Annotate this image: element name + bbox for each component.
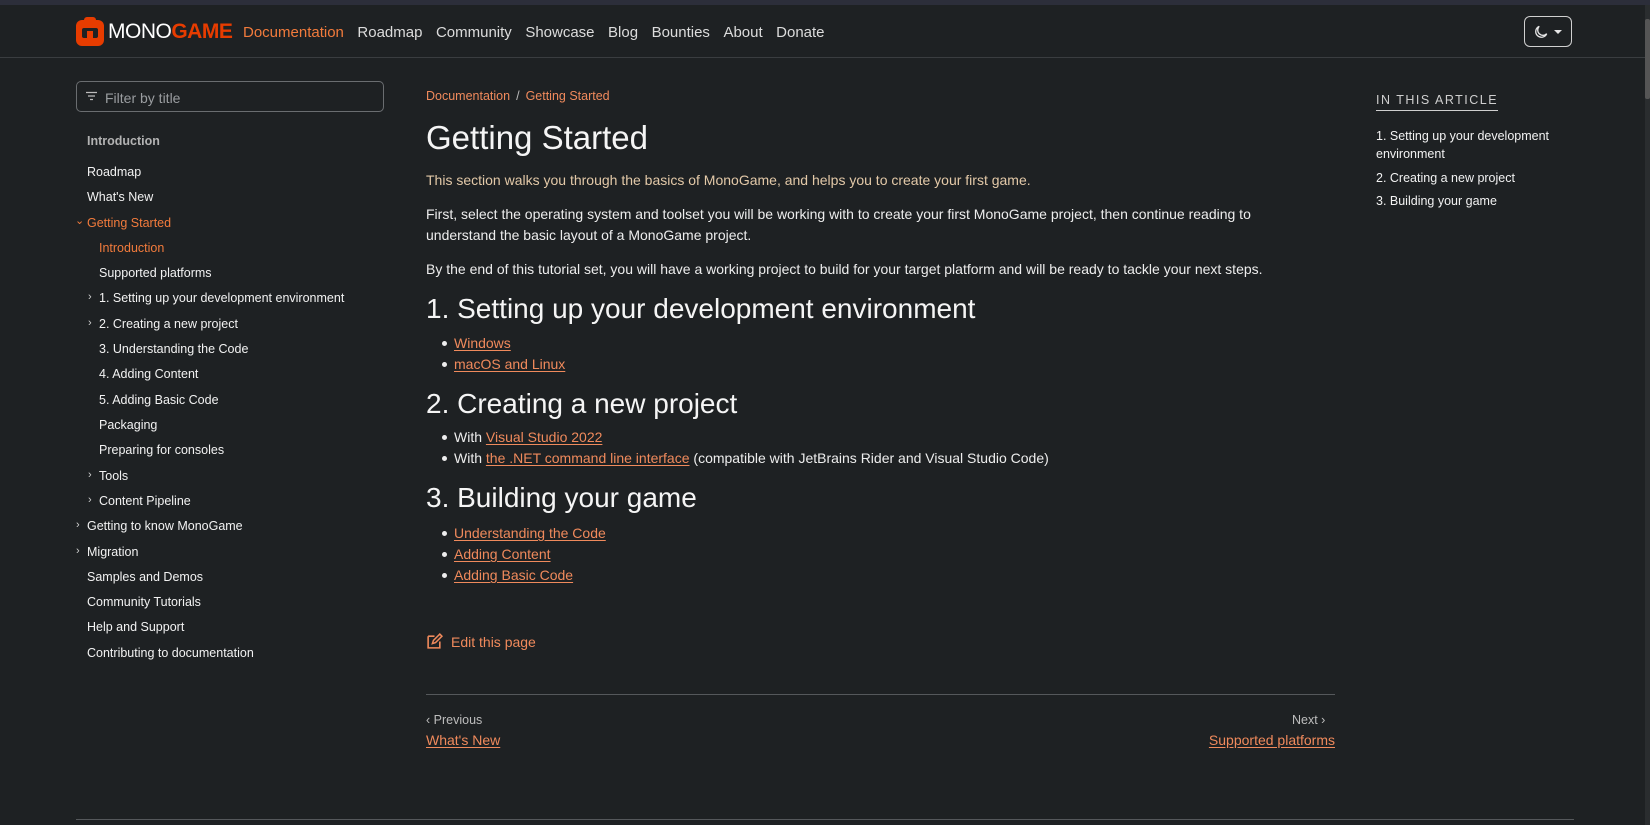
breadcrumb-separator: /: [516, 89, 520, 103]
scrollbar-thumb[interactable]: [1645, 19, 1650, 99]
list-item: Windows: [441, 333, 565, 354]
chevron-down-icon: [1554, 29, 1562, 34]
site-header: MONO GAME Documentation Roadmap Community…: [0, 5, 1645, 58]
footer-divider: [76, 819, 1574, 820]
list-item: With Visual Studio 2022: [442, 427, 1049, 448]
toc-item-tools[interactable]: Tools: [99, 469, 128, 483]
toc-item-supported-platforms[interactable]: Supported platforms: [99, 266, 212, 280]
link-understanding-code[interactable]: Understanding the Code: [454, 525, 606, 541]
breadcrumb: Documentation / Getting Started: [426, 89, 610, 103]
link-adding-basic-code[interactable]: Adding Basic Code: [454, 567, 573, 583]
section-heading-new-project: 2. Creating a new project: [426, 388, 738, 419]
list-item: macOS and Linux: [441, 354, 565, 375]
chevron-right-icon[interactable]: ›: [88, 291, 92, 303]
link-dotnet-cli[interactable]: the .NET command line interface: [486, 450, 690, 466]
nav-blog[interactable]: Blog: [608, 24, 638, 41]
toc-item-understanding-code[interactable]: 3. Understanding the Code: [99, 342, 248, 356]
toc-section-introduction[interactable]: Introduction: [87, 134, 160, 148]
toc-item-whats-new[interactable]: What's New: [87, 190, 153, 204]
in-article-title: IN THIS ARTICLE: [1376, 93, 1499, 111]
chevron-right-icon[interactable]: ›: [76, 545, 80, 557]
edit-page-label: Edit this page: [451, 633, 536, 650]
item-suffix: (compatible with JetBrains Rider and Vis…: [689, 450, 1049, 466]
list-item: Adding Basic Code: [442, 565, 606, 586]
pager-next: Next ›: [1292, 713, 1325, 727]
list-item: Understanding the Code: [442, 523, 606, 544]
toc-item-getting-to-know[interactable]: Getting to know MonoGame: [87, 519, 243, 533]
nav-documentation[interactable]: Documentation: [243, 24, 344, 41]
item-prefix: With: [454, 429, 486, 445]
nav-community[interactable]: Community: [436, 24, 512, 41]
breadcrumb-documentation[interactable]: Documentation: [426, 89, 510, 103]
setup-links-list: Windows macOS and Linux: [426, 333, 565, 375]
prev-label: Previous: [433, 713, 483, 727]
edit-page-link[interactable]: Edit this page: [426, 633, 536, 650]
main-nav: Documentation Roadmap Community Showcase…: [243, 24, 838, 41]
nav-bounties[interactable]: Bounties: [652, 24, 710, 41]
chevron-right-icon[interactable]: ›: [88, 317, 92, 329]
monogame-logo-icon: [76, 17, 104, 46]
toc-item-setup-environment[interactable]: 1. Setting up your development environme…: [99, 291, 344, 305]
list-item: With the .NET command line interface (co…: [442, 448, 1049, 469]
link-adding-content[interactable]: Adding Content: [454, 546, 551, 562]
next-page-link[interactable]: Supported platforms: [1209, 732, 1335, 748]
building-links-list: Understanding the Code Adding Content Ad…: [426, 523, 606, 586]
logo-text-mono: MONO: [108, 20, 172, 43]
nav-showcase[interactable]: Showcase: [525, 24, 594, 41]
toc-item-samples-demos[interactable]: Samples and Demos: [87, 570, 203, 584]
toc-item-help-support[interactable]: Help and Support: [87, 620, 184, 634]
nav-donate[interactable]: Donate: [776, 24, 824, 41]
item-prefix: With: [454, 450, 486, 466]
link-windows[interactable]: Windows: [454, 335, 511, 351]
chevron-down-icon[interactable]: ⌄: [75, 214, 84, 227]
lead-paragraph: This section walks you through the basic…: [426, 172, 1031, 188]
toc-item-introduction[interactable]: Introduction: [99, 241, 164, 255]
nav-about[interactable]: About: [723, 24, 762, 41]
toc-item-preparing-consoles[interactable]: Preparing for consoles: [99, 443, 224, 457]
edit-icon: [427, 633, 443, 649]
intro-paragraph: First, select the operating system and t…: [426, 206, 1251, 243]
outcome-paragraph: By the end of this tutorial set, you wil…: [426, 261, 1263, 277]
pager-divider: [426, 694, 1335, 695]
breadcrumb-current[interactable]: Getting Started: [526, 89, 610, 103]
chevron-right-icon: ›: [1317, 713, 1326, 727]
nav-roadmap[interactable]: Roadmap: [357, 24, 422, 41]
filter-icon: [86, 91, 97, 101]
toc-item-roadmap[interactable]: Roadmap: [87, 165, 141, 179]
next-label: Next: [1292, 713, 1318, 727]
new-project-list: With Visual Studio 2022 With the .NET co…: [426, 427, 1049, 469]
list-item: Adding Content: [442, 544, 606, 565]
article-toc-setup[interactable]: 1. Setting up your development environme…: [1376, 127, 1556, 163]
toc-item-adding-basic-code[interactable]: 5. Adding Basic Code: [99, 393, 219, 407]
filter-field[interactable]: [76, 81, 384, 112]
link-visual-studio[interactable]: Visual Studio 2022: [486, 429, 603, 445]
pager-prev: ‹ Previous: [426, 713, 482, 727]
theme-toggle-button[interactable]: [1524, 16, 1572, 47]
chevron-right-icon[interactable]: ›: [88, 494, 92, 506]
chevron-right-icon[interactable]: ›: [88, 469, 92, 481]
logo-text-game: GAME: [171, 20, 233, 43]
section-heading-setup: 1. Setting up your development environme…: [426, 293, 976, 324]
toc-item-packaging[interactable]: Packaging: [99, 418, 157, 432]
toc-item-migration[interactable]: Migration: [87, 545, 138, 559]
toc-item-community-tutorials[interactable]: Community Tutorials: [87, 595, 201, 609]
chevron-right-icon[interactable]: ›: [76, 519, 80, 531]
moon-icon: [1535, 25, 1548, 38]
article-toc-new-project[interactable]: 2. Creating a new project: [1376, 169, 1556, 187]
page-title: Getting Started: [426, 119, 648, 156]
toc-item-adding-content[interactable]: 4. Adding Content: [99, 367, 198, 381]
chevron-left-icon: ‹: [426, 713, 434, 727]
toc-item-content-pipeline[interactable]: Content Pipeline: [99, 494, 191, 508]
link-macos-linux[interactable]: macOS and Linux: [454, 356, 565, 372]
page-scrollbar[interactable]: [1645, 5, 1650, 825]
monogame-logo[interactable]: MONO GAME: [75, 17, 233, 47]
prev-page-link[interactable]: What's New: [426, 732, 500, 748]
toc-item-new-project[interactable]: 2. Creating a new project: [99, 317, 238, 331]
section-heading-building: 3. Building your game: [426, 482, 697, 513]
toc-item-getting-started[interactable]: Getting Started: [87, 216, 171, 230]
toc-item-contributing[interactable]: Contributing to documentation: [87, 646, 254, 660]
article-toc-building[interactable]: 3. Building your game: [1376, 192, 1556, 210]
filter-input[interactable]: [103, 86, 377, 109]
